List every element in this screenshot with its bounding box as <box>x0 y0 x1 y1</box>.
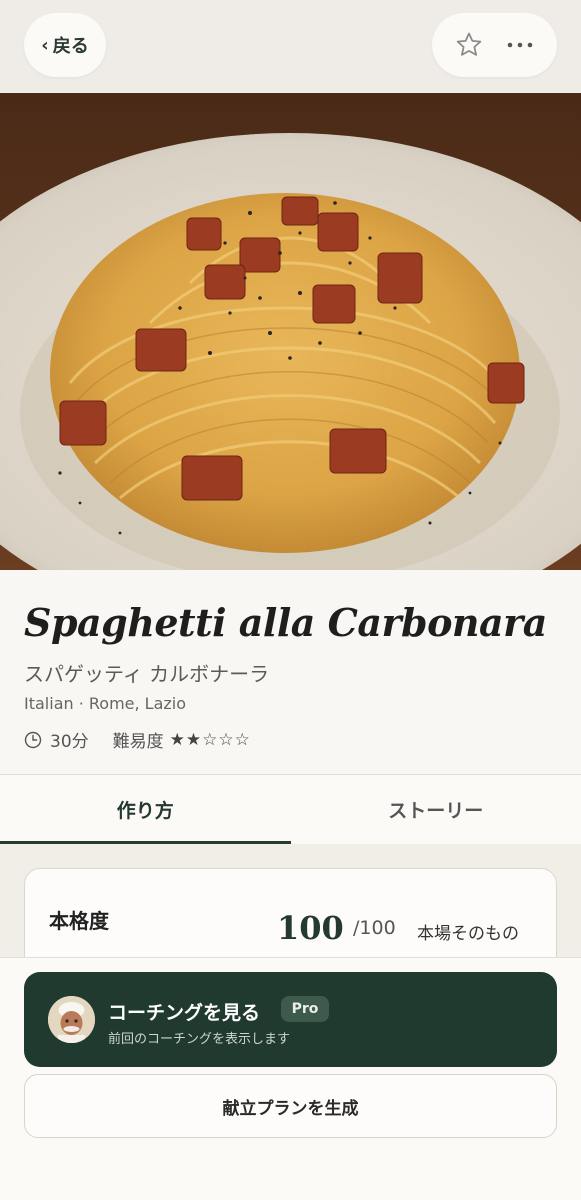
recipe-origin: Italian · Rome, Lazio <box>24 694 187 713</box>
recipe-photo <box>0 93 581 570</box>
chevron-left-icon: ‹ <box>41 34 49 56</box>
tab-content: 本格度 100 /100 本場そのもの <box>0 844 581 988</box>
difficulty-label: 難易度 <box>112 732 164 752</box>
recipe-info: Spaghetti alla Carbonara スパゲッティ カルボナーラ I… <box>0 570 581 774</box>
ellipsis-icon <box>507 42 533 48</box>
authenticity-score: 100 <box>277 909 344 947</box>
authenticity-max: /100 <box>353 917 396 939</box>
cook-time: 30分 <box>50 732 89 752</box>
coaching-title: コーチングを見る <box>108 1002 261 1024</box>
top-bar: ‹ 戻る <box>0 0 581 93</box>
back-button[interactable]: ‹ 戻る <box>24 13 106 77</box>
recipe-subtitle: スパゲッティ カルボナーラ <box>24 662 270 686</box>
tab-instructions[interactable]: 作り方 <box>0 775 291 844</box>
favorite-button[interactable] <box>447 23 491 67</box>
recipe-title: Spaghetti alla Carbonara <box>24 600 547 645</box>
authenticity-label: 本格度 <box>49 909 109 933</box>
clock-icon <box>24 731 42 748</box>
more-button[interactable] <box>498 23 542 67</box>
star-outline-icon <box>457 32 482 56</box>
coaching-button[interactable]: コーチングを見る Pro 前回のコーチングを表示します <box>24 972 557 1067</box>
difficulty-stars: ★★☆☆☆ <box>169 729 251 750</box>
authenticity-description: 本場そのもの <box>417 924 519 944</box>
chef-avatar <box>48 996 95 1043</box>
tab-story[interactable]: ストーリー <box>291 775 581 844</box>
recipe-tabs: 作り方 ストーリー <box>0 774 581 844</box>
bottom-actions: コーチングを見る Pro 前回のコーチングを表示します 献立プランを生成 <box>0 957 581 1200</box>
coaching-subtitle: 前回のコーチングを表示します <box>108 1032 291 1047</box>
back-label: 戻る <box>52 36 89 57</box>
header-actions <box>432 13 557 77</box>
recipe-meta: 30分 難易度 ★★☆☆☆ <box>24 727 251 752</box>
generate-menu-plan-button[interactable]: 献立プランを生成 <box>24 1074 557 1138</box>
pro-badge: Pro <box>281 996 329 1022</box>
